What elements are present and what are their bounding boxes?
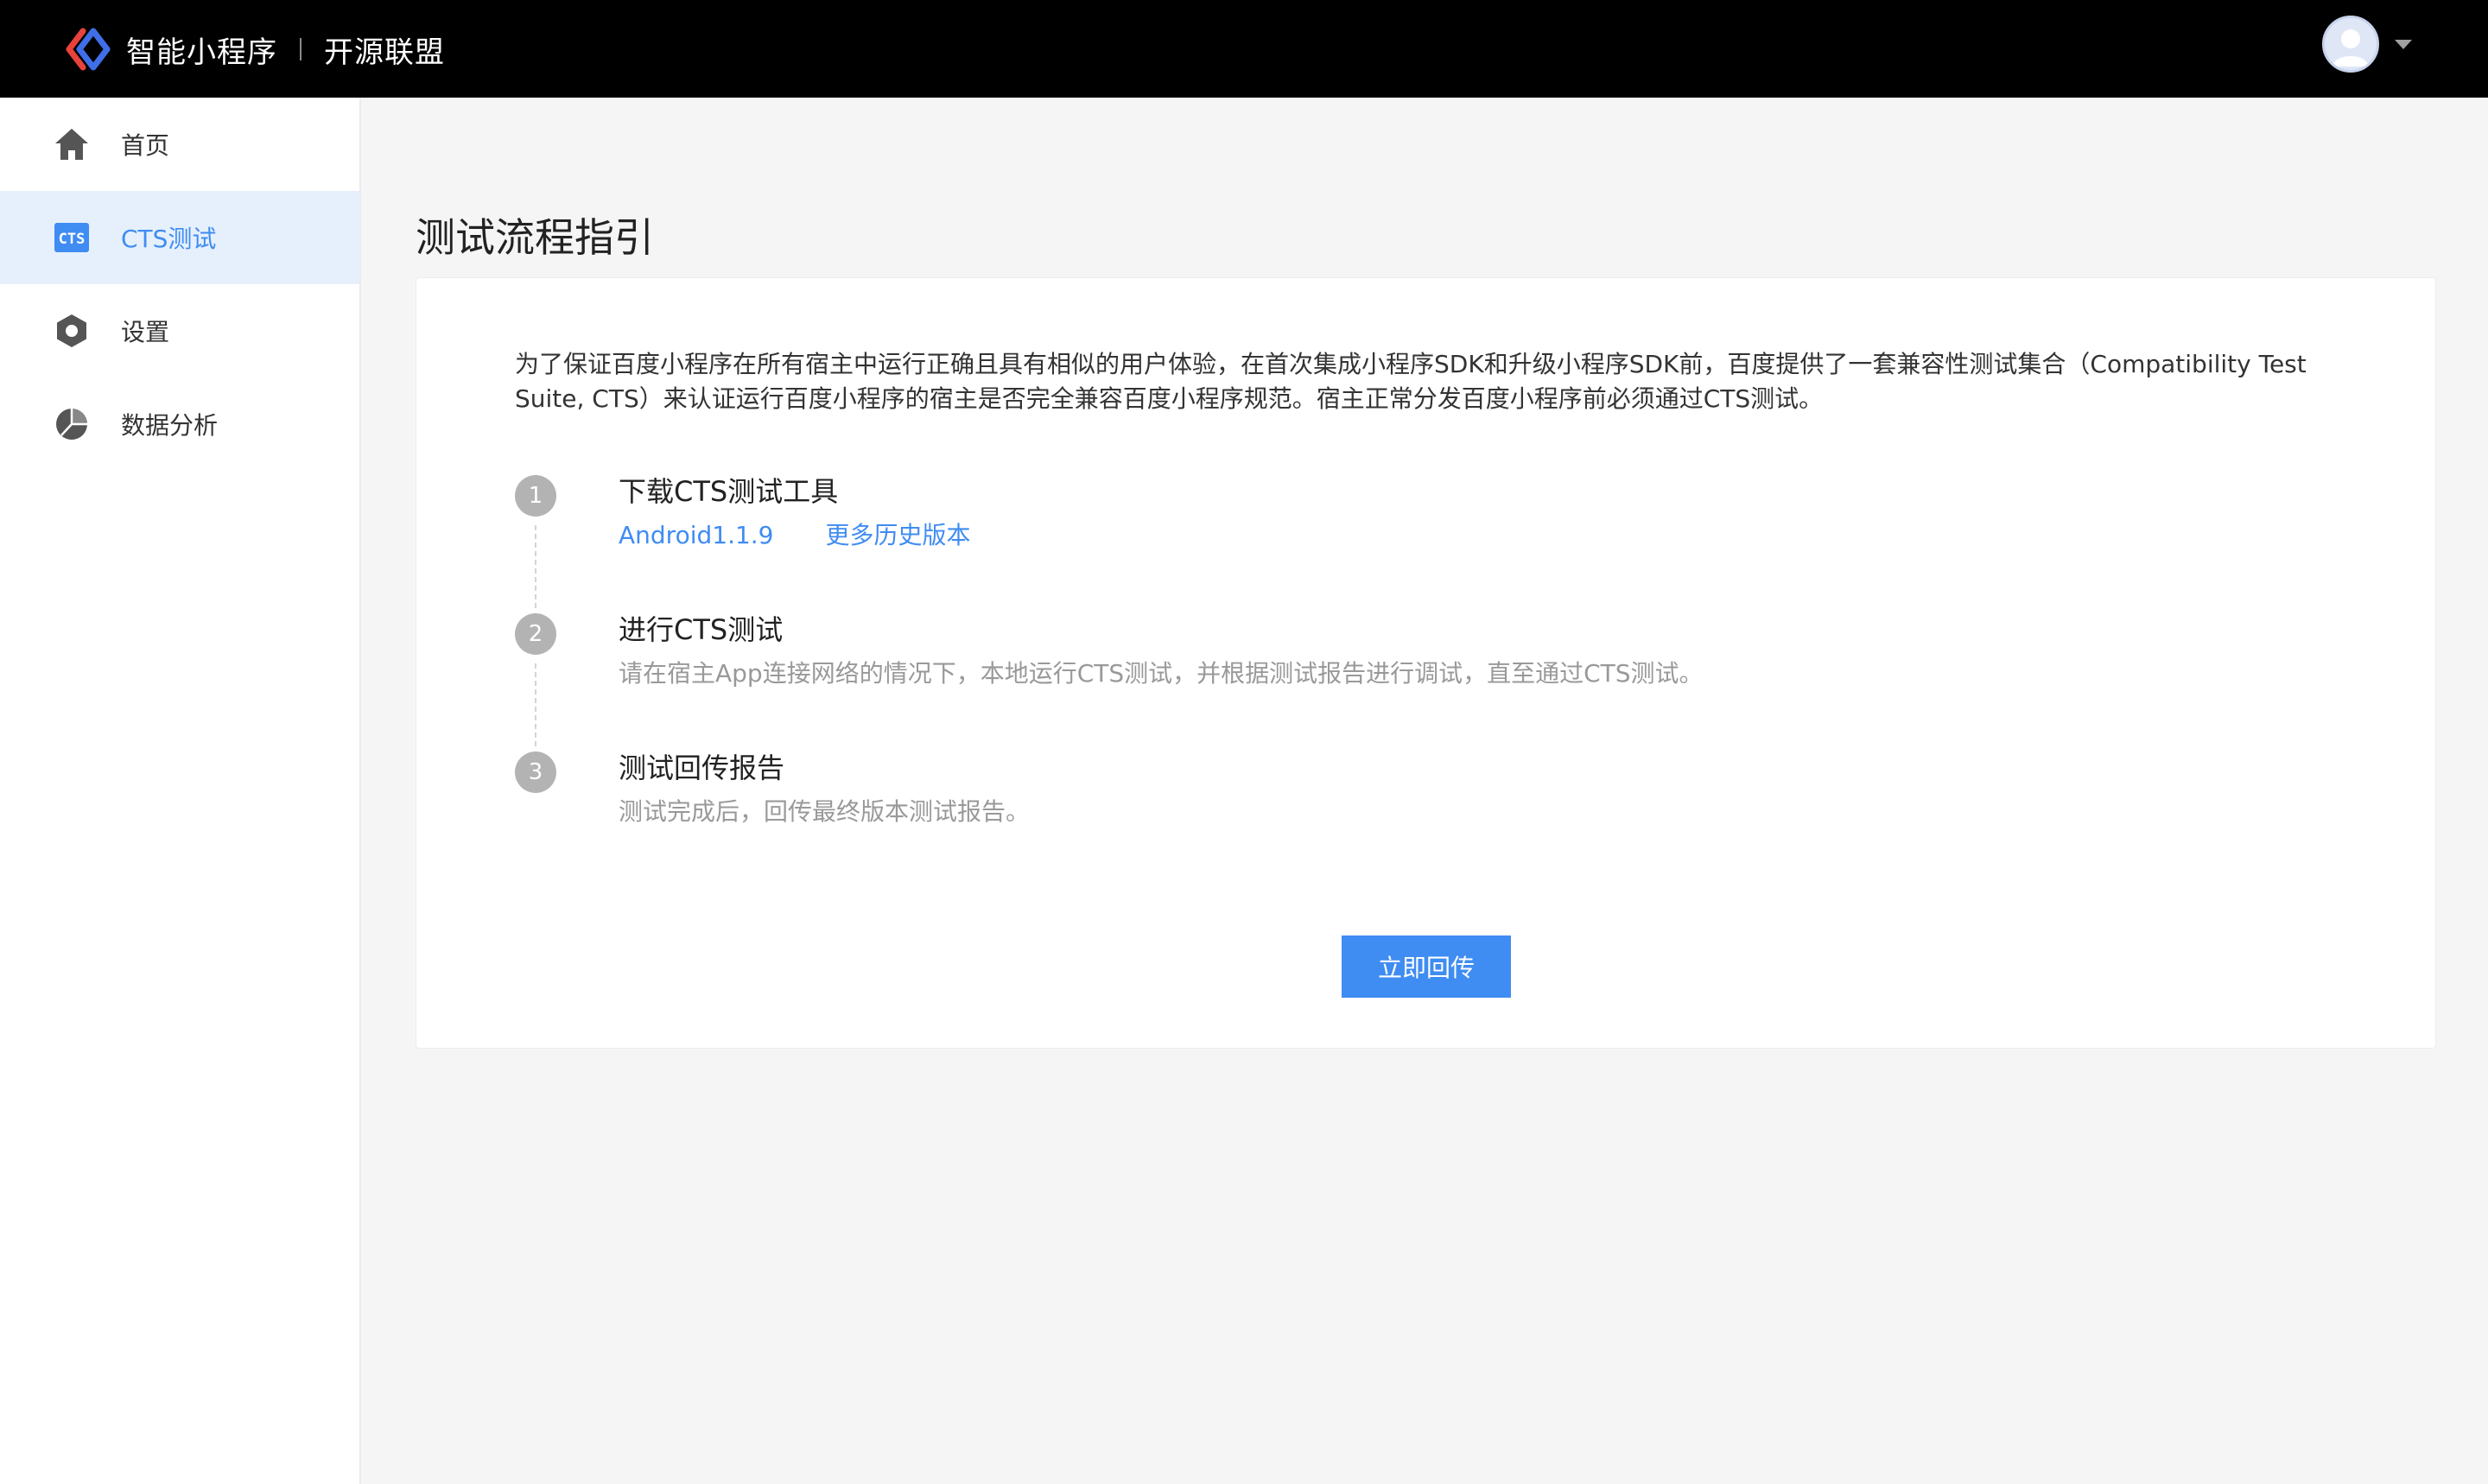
sidebar-item-label: 设置 xyxy=(121,318,170,346)
step-item: 2 进行CTS测试 请在宿主App连接网络的情况下，本地运行CTS测试，并根据测… xyxy=(515,613,2329,752)
download-android-link[interactable]: Android1.1.9 xyxy=(619,521,774,549)
step-connector xyxy=(535,663,536,746)
download-links: Android1.1.9 更多历史版本 xyxy=(619,517,971,551)
brand[interactable]: 智能小程序 开源联盟 xyxy=(66,24,445,74)
step-description: 请在宿主App连接网络的情况下，本地运行CTS测试，并根据测试报告进行调试，直至… xyxy=(619,659,1704,688)
sidebar-item-settings[interactable]: 设置 xyxy=(0,284,359,377)
step-item: 1 下载CTS测试工具 Android1.1.9 更多历史版本 xyxy=(515,475,2329,613)
sidebar-item-label: 首页 xyxy=(121,131,170,160)
step-number-badge: 1 xyxy=(515,475,556,517)
avatar-person-icon xyxy=(2332,29,2369,67)
intro-paragraph: 为了保证百度小程序在所有宿主中运行正确且具有相似的用户体验，在首次集成小程序SD… xyxy=(515,350,2307,413)
alliance-title: 开源联盟 xyxy=(324,35,445,70)
pie-chart-icon xyxy=(54,406,90,442)
sidebar: 首页 CTS CTS测试 设置 数据分析 xyxy=(0,98,361,1484)
top-navigation-bar: 智能小程序 开源联盟 xyxy=(0,0,2488,98)
step-connector xyxy=(535,525,536,608)
step-number-badge: 2 xyxy=(515,613,556,655)
step-title: 测试回传报告 xyxy=(619,752,785,784)
history-versions-link[interactable]: 更多历史版本 xyxy=(826,521,971,549)
sidebar-item-label: 数据分析 xyxy=(121,411,219,440)
app-name: 智能小程序 xyxy=(126,35,277,70)
sidebar-item-label: CTS测试 xyxy=(121,225,217,253)
sidebar-item-cts[interactable]: CTS CTS测试 xyxy=(0,191,359,284)
svg-text:CTS: CTS xyxy=(59,231,86,248)
step-number-badge: 3 xyxy=(515,752,556,793)
sidebar-item-home[interactable]: 首页 xyxy=(0,98,359,191)
step-description: 测试完成后，回传最终版本测试报告。 xyxy=(619,797,1031,826)
chevron-down-icon[interactable] xyxy=(2395,39,2412,49)
cts-icon: CTS xyxy=(54,219,90,256)
step-title: 进行CTS测试 xyxy=(619,613,784,646)
step-list: 1 下载CTS测试工具 Android1.1.9 更多历史版本 2 进行CTS测试… xyxy=(515,475,2329,890)
page-title: 测试流程指引 xyxy=(416,213,654,261)
guide-card: 为了保证百度小程序在所有宿主中运行正确且具有相似的用户体验，在首次集成小程序SD… xyxy=(416,277,2436,1049)
sidebar-item-analytics[interactable]: 数据分析 xyxy=(0,377,359,471)
swan-logo-icon xyxy=(66,28,111,71)
user-menu[interactable] xyxy=(2322,16,2412,73)
step-title: 下载CTS测试工具 xyxy=(619,475,839,508)
user-avatar-icon[interactable] xyxy=(2322,16,2379,73)
submit-report-button[interactable]: 立即回传 xyxy=(1342,935,1511,998)
step-item: 3 测试回传报告 测试完成后，回传最终版本测试报告。 xyxy=(515,752,2329,890)
home-icon xyxy=(54,126,90,162)
settings-icon xyxy=(54,313,90,349)
brand-divider xyxy=(300,38,301,60)
